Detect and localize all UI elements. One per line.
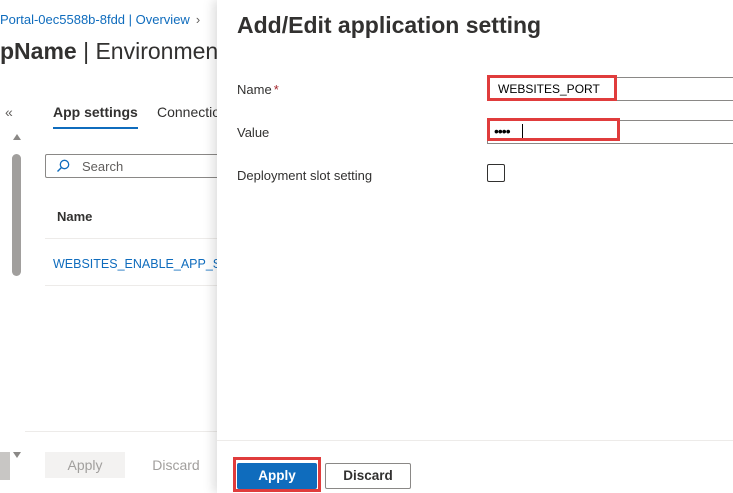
slot-setting-label: Deployment slot setting (237, 168, 373, 183)
divider (45, 238, 235, 239)
scroll-thumb[interactable] (12, 154, 21, 276)
tab-connection-strings[interactable]: Connectio (157, 104, 220, 120)
breadcrumb[interactable]: Portal-0ec5588b-8fdd | Overview › (0, 12, 200, 27)
scroll-down-icon[interactable] (13, 452, 21, 458)
value-input[interactable]: •••• (487, 120, 733, 144)
chevron-right-icon: › (195, 12, 201, 27)
divider (25, 431, 235, 432)
column-header-name[interactable]: Name (57, 209, 92, 224)
slot-setting-checkbox[interactable] (487, 164, 505, 182)
value-input-masked: •••• (494, 123, 511, 139)
name-label: Name * (237, 82, 279, 97)
edit-setting-panel: Add/Edit application setting Name * WEBSI… (217, 0, 733, 493)
side-strip (0, 452, 10, 480)
divider (217, 440, 733, 441)
background-discard-button: Discard (136, 452, 216, 478)
collapse-icon[interactable]: « (5, 104, 13, 120)
required-marker: * (273, 82, 279, 97)
name-input-value: WEBSITES_PORT (498, 82, 600, 96)
name-input[interactable]: WEBSITES_PORT (487, 77, 733, 101)
text-caret (522, 124, 523, 140)
search-icon (57, 159, 70, 172)
panel-title: Add/Edit application setting (237, 12, 542, 38)
name-label-text: Name (237, 82, 272, 97)
apply-button[interactable]: Apply (237, 463, 317, 489)
scroll-up-icon[interactable] (13, 134, 21, 140)
page-title-section: | Environment (76, 38, 225, 64)
divider (45, 285, 235, 286)
search-input[interactable]: Search (45, 154, 235, 178)
background-apply-button: Apply (45, 452, 125, 478)
tab-app-settings[interactable]: App settings (53, 104, 138, 129)
discard-button[interactable]: Discard (325, 463, 411, 489)
breadcrumb-link[interactable]: Portal-0ec5588b-8fdd | Overview (0, 12, 190, 27)
page-title-app: pName (0, 38, 77, 64)
value-label: Value (237, 125, 270, 140)
scrollbar[interactable] (11, 134, 23, 474)
page-title: pName | Environment (0, 38, 225, 65)
search-placeholder: Search (82, 159, 124, 174)
